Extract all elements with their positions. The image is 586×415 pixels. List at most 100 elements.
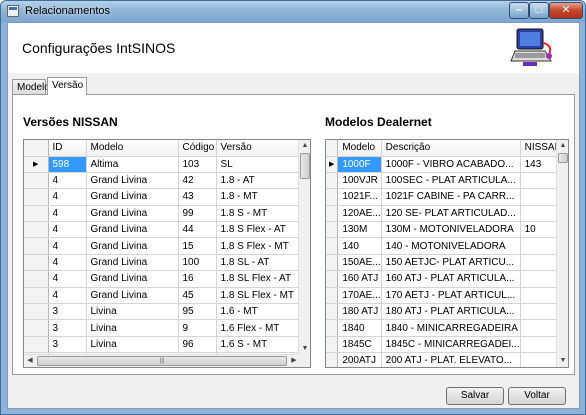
row-header[interactable]: [326, 336, 339, 354]
title-bar[interactable]: Relacionamentos – □ ✕: [1, 1, 585, 22]
table-cell[interactable]: 1.6 - MT: [216, 303, 301, 321]
table-cell[interactable]: 120 SE- PLAT ARTICULAD...: [381, 205, 521, 223]
table-cell[interactable]: 99: [178, 205, 217, 223]
table-row[interactable]: 1840 1840 - MINICARREGADEIRA: [326, 319, 568, 337]
table-row[interactable]: 3 Livina 95 1.6 - MT: [24, 303, 301, 321]
table-row[interactable]: 3 Livina 9 1.6 Flex - MT: [24, 319, 301, 337]
table-row[interactable]: 3 Livina 96 1.6 S - MT: [24, 336, 301, 354]
table-cell[interactable]: Grand Livina: [86, 172, 179, 190]
table-row[interactable]: 160 ATJ 160 ATJ - PLAT ARTICULA...: [326, 270, 568, 288]
row-header[interactable]: [24, 172, 49, 190]
table-cell[interactable]: Grand Livina: [86, 205, 179, 223]
row-header[interactable]: [326, 319, 339, 337]
table-cell[interactable]: 103: [178, 156, 217, 173]
versoes-horizontal-scrollbar[interactable]: ◀ ||| ▶: [24, 354, 300, 367]
table-row[interactable]: ▶ 1000F 1000F - VIBRO ACABADO... 143: [326, 156, 568, 173]
modelos-vertical-scrollbar[interactable]: ▲ ▼: [556, 140, 568, 367]
table-cell[interactable]: 1.8 S Flex - AT: [216, 221, 301, 239]
table-cell[interactable]: 100: [178, 254, 217, 272]
row-header[interactable]: [326, 303, 339, 321]
table-row[interactable]: 150AE... 150 AETJC- PLAT ARTICU...: [326, 254, 568, 272]
back-button[interactable]: Voltar: [508, 387, 566, 405]
row-header[interactable]: [24, 205, 49, 223]
table-row[interactable]: 100VJR 100SEC - PLAT ARTICULA...: [326, 172, 568, 190]
table-row[interactable]: ▶ 598 Altima 103 SL: [24, 156, 301, 173]
table-cell[interactable]: 96: [178, 336, 217, 354]
table-row[interactable]: 140 140 - MOTONIVELADORA: [326, 237, 568, 255]
table-cell[interactable]: 140: [337, 237, 382, 255]
table-cell[interactable]: 1000F - VIBRO ACABADO...: [381, 156, 521, 173]
table-cell[interactable]: 1.8 - AT: [216, 172, 301, 190]
table-cell[interactable]: 4: [48, 172, 87, 190]
table-cell[interactable]: 100SEC - PLAT ARTICULA...: [381, 172, 521, 190]
table-cell[interactable]: 1.8 SL - AT: [216, 254, 301, 272]
table-cell[interactable]: 4: [48, 237, 87, 255]
table-row[interactable]: 4 Grand Livina 44 1.8 S Flex - AT: [24, 221, 301, 239]
table-cell[interactable]: 180 ATJ: [337, 303, 382, 321]
current-row-indicator-icon[interactable]: ▶: [326, 156, 339, 173]
row-header[interactable]: [24, 188, 49, 206]
table-cell[interactable]: Altima: [86, 156, 179, 173]
table-cell[interactable]: 160 ATJ: [337, 270, 382, 288]
column-header-codigo[interactable]: Código: [178, 140, 217, 157]
column-header-descricao[interactable]: Descrição: [381, 140, 521, 157]
table-cell[interactable]: 4: [48, 270, 87, 288]
table-cell[interactable]: 1.6 Flex - MT: [216, 319, 301, 337]
row-header[interactable]: [326, 188, 339, 206]
table-cell[interactable]: 200ATJ: [337, 352, 382, 367]
row-header[interactable]: [326, 287, 339, 305]
table-cell[interactable]: Grand Livina: [86, 221, 179, 239]
table-cell[interactable]: Grand Livina: [86, 270, 179, 288]
table-row[interactable]: 170AE... 170 AETJ - PLAT ARTICUL...: [326, 287, 568, 305]
table-cell[interactable]: Grand Livina: [86, 188, 179, 206]
table-cell[interactable]: 3: [48, 336, 87, 354]
column-header-id[interactable]: ID: [48, 140, 87, 157]
table-row[interactable]: 4 Grand Livina 43 1.8 - MT: [24, 188, 301, 206]
table-cell[interactable]: 4: [48, 205, 87, 223]
current-row-indicator-icon[interactable]: ▶: [24, 156, 49, 173]
table-cell[interactable]: 1.6 S - MT: [216, 336, 301, 354]
row-header[interactable]: [24, 237, 49, 255]
table-cell[interactable]: 42: [178, 172, 217, 190]
table-cell[interactable]: Livina: [86, 319, 179, 337]
tab-modelo[interactable]: Modelo: [12, 79, 50, 94]
maximize-button[interactable]: □: [529, 2, 549, 19]
table-row[interactable]: 1845C 1845C - MINICARREGADEI...: [326, 336, 568, 354]
versoes-vertical-scrollbar[interactable]: ▲ ▼: [298, 140, 310, 355]
column-header-modelo[interactable]: Modelo: [337, 140, 382, 157]
table-cell[interactable]: 130M - MOTONIVELADORA: [381, 221, 521, 239]
scroll-up-icon[interactable]: ▲: [299, 140, 310, 152]
row-header[interactable]: [326, 205, 339, 223]
table-cell[interactable]: 598: [48, 156, 87, 173]
table-cell[interactable]: 140 - MOTONIVELADORA: [381, 237, 521, 255]
table-cell[interactable]: Grand Livina: [86, 237, 179, 255]
table-cell[interactable]: 180 ATJ - PLAT ARTICULA...: [381, 303, 521, 321]
row-header[interactable]: [24, 319, 49, 337]
table-cell[interactable]: 1021F...: [337, 188, 382, 206]
table-row[interactable]: 4 Grand Livina 42 1.8 - AT: [24, 172, 301, 190]
table-row[interactable]: 4 Grand Livina 45 1.8 SL Flex - MT: [24, 287, 301, 305]
table-cell[interactable]: 44: [178, 221, 217, 239]
table-cell[interactable]: 1840: [337, 319, 382, 337]
table-cell[interactable]: 100VJR: [337, 172, 382, 190]
table-cell[interactable]: 170AE...: [337, 287, 382, 305]
column-header-modelo[interactable]: Modelo: [86, 140, 179, 157]
table-cell[interactable]: 4: [48, 254, 87, 272]
table-cell[interactable]: 1000F: [337, 156, 382, 173]
row-header[interactable]: [24, 221, 49, 239]
table-cell[interactable]: 120AE...: [337, 205, 382, 223]
scroll-up-icon[interactable]: ▲: [557, 140, 568, 152]
table-cell[interactable]: 4: [48, 188, 87, 206]
scroll-down-icon[interactable]: ▼: [557, 355, 568, 367]
table-cell[interactable]: 43: [178, 188, 217, 206]
row-header[interactable]: [24, 254, 49, 272]
table-cell[interactable]: Grand Livina: [86, 287, 179, 305]
table-cell[interactable]: 170 AETJ - PLAT ARTICUL...: [381, 287, 521, 305]
row-header[interactable]: [326, 172, 339, 190]
row-header[interactable]: [24, 303, 49, 321]
close-button[interactable]: ✕: [549, 2, 583, 19]
table-cell[interactable]: 150 AETJC- PLAT ARTICU...: [381, 254, 521, 272]
scroll-thumb[interactable]: [300, 153, 310, 179]
minimize-button[interactable]: –: [509, 2, 529, 19]
table-row[interactable]: 4 Grand Livina 99 1.8 S - MT: [24, 205, 301, 223]
